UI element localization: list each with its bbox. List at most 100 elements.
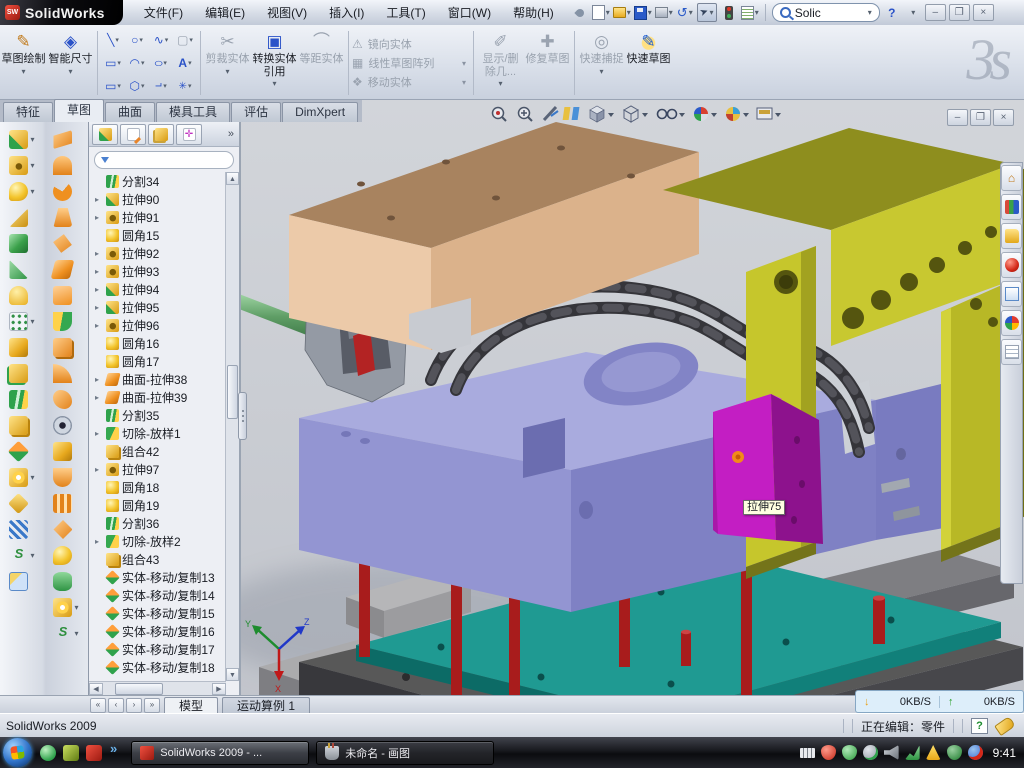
- feature-tree-item[interactable]: ▸ 实体-移动/复制13: [91, 568, 226, 586]
- scroll-down-icon[interactable]: ▼: [226, 668, 239, 681]
- feature-tree-item[interactable]: ▸ 分割35: [91, 406, 226, 424]
- toolbar-button[interactable]: ▾: [53, 624, 78, 643]
- toolbar-button[interactable]: ▾: [53, 598, 78, 617]
- feature-tree-item[interactable]: ▸ 拉伸91: [91, 208, 226, 226]
- tab-configuration-manager[interactable]: [148, 124, 174, 145]
- feature-tree-item[interactable]: ▸ 组合42: [91, 442, 226, 460]
- toolbar-button[interactable]: ▾: [53, 390, 78, 409]
- zoom-area-icon[interactable]: [519, 108, 533, 122]
- expand-arrow-icon[interactable]: ▸: [95, 375, 103, 384]
- sketch-entity-button[interactable]: ▾: [173, 29, 197, 52]
- feature-tree-item[interactable]: ▸ 实体-移动/复制17: [91, 640, 226, 658]
- toolbar-button[interactable]: ▾: [9, 442, 34, 461]
- feature-tree-item[interactable]: ▸ 分割36: [91, 514, 226, 532]
- start-button[interactable]: [3, 738, 32, 767]
- tab-scroll-button[interactable]: ›: [126, 698, 142, 713]
- toolbar-button[interactable]: ▾: [9, 364, 34, 383]
- display-style-icon[interactable]: [624, 106, 648, 122]
- toolbar-button[interactable]: ▾: [9, 208, 34, 227]
- doc-minimize-button[interactable]: –: [947, 109, 968, 126]
- tab-scroll-button[interactable]: «: [90, 698, 106, 713]
- feature-tree-item[interactable]: ▸ 曲面-拉伸39: [91, 388, 226, 406]
- sketch-entity-button[interactable]: ▾: [125, 75, 149, 98]
- tan-top-plate[interactable]: [289, 122, 699, 353]
- quick-snaps-button[interactable]: 快速捕捉▾: [578, 27, 625, 99]
- toolbar-button[interactable]: ▾: [9, 338, 34, 357]
- tab-dimxpert-manager[interactable]: [176, 124, 202, 145]
- toolbar-button[interactable]: ▾: [9, 468, 34, 487]
- tree-filter-input[interactable]: [94, 151, 234, 169]
- toolbar-button[interactable]: ▾: [53, 208, 78, 227]
- feature-tree-item[interactable]: ▸ 圆角17: [91, 352, 226, 370]
- open-button[interactable]: ▾: [613, 4, 631, 21]
- tray-icon[interactable]: [800, 748, 815, 758]
- tray-icon[interactable]: [842, 745, 857, 760]
- tabs-overflow-button[interactable]: »: [228, 128, 236, 140]
- toolbar-button[interactable]: ▾: [9, 260, 34, 279]
- magenta-block[interactable]: [713, 394, 823, 544]
- sketch-entity-button[interactable]: ▾: [101, 75, 125, 98]
- toolbar-button[interactable]: ▾: [9, 520, 34, 539]
- tab-feature-manager[interactable]: [92, 124, 118, 145]
- tab-surfaces[interactable]: 曲面: [105, 102, 155, 122]
- toolbar-button[interactable]: ▾: [53, 312, 78, 331]
- feature-tree-item[interactable]: ▸ 拉伸94: [91, 280, 226, 298]
- scroll-up-icon[interactable]: ▲: [226, 172, 239, 185]
- 3d-model-scene[interactable]: Y Z X: [241, 100, 1024, 695]
- menu-item[interactable]: 窗口(W): [437, 1, 502, 24]
- tray-icon[interactable]: [884, 745, 899, 760]
- tray-icon[interactable]: [926, 745, 941, 760]
- task-pane-tab[interactable]: [1001, 281, 1022, 307]
- toolbar-button[interactable]: ▾: [9, 494, 34, 513]
- toolbar-button[interactable]: ▾: [9, 312, 34, 331]
- tray-icon[interactable]: [863, 745, 878, 760]
- feature-tree-item[interactable]: ▸ 拉伸92: [91, 244, 226, 262]
- expand-arrow-icon[interactable]: ▸: [95, 429, 103, 438]
- feature-tree-item[interactable]: ▸ 实体-移动/复制14: [91, 586, 226, 604]
- zoom-fit-icon[interactable]: [493, 108, 507, 122]
- menu-item[interactable]: 编辑(E): [194, 1, 256, 24]
- feature-tree-item[interactable]: ▸ 拉伸96: [91, 316, 226, 334]
- minimize-button[interactable]: –: [925, 4, 946, 21]
- mirror-entities-button[interactable]: 镜向实体: [352, 36, 470, 52]
- quick-launch-icon[interactable]: [40, 745, 56, 761]
- feature-tree-item[interactable]: ▸ 实体-移动/复制16: [91, 622, 226, 640]
- sketch-entity-button[interactable]: ▾: [173, 52, 197, 75]
- apply-scene-icon[interactable]: [726, 107, 749, 121]
- section-tool-icon[interactable]: [563, 107, 580, 120]
- feature-tree-item[interactable]: ▸ 实体-移动/复制18: [91, 658, 226, 676]
- toolbar-button[interactable]: ▾: [53, 546, 78, 565]
- feature-tree-item[interactable]: ▸ 曲面-拉伸38: [91, 370, 226, 388]
- toolbar-button[interactable]: ▾: [53, 364, 78, 383]
- sketch-entity-button[interactable]: ▾: [125, 52, 149, 75]
- toolbar-button[interactable]: ▾: [9, 234, 34, 253]
- feature-tree-item[interactable]: ▸ 拉伸95: [91, 298, 226, 316]
- offset-entities-button[interactable]: 等距实体: [298, 27, 345, 99]
- scrollbar-thumb[interactable]: [227, 365, 238, 419]
- toolbar-button[interactable]: ▾: [53, 234, 78, 253]
- feature-tree-item[interactable]: ▸ 分割34: [91, 172, 226, 190]
- help-dropdown[interactable]: ▾: [904, 4, 922, 21]
- tab-sketch[interactable]: 草图: [54, 99, 104, 122]
- toolbar-button[interactable]: ▾: [53, 286, 78, 305]
- menu-item[interactable]: 工具(T): [375, 1, 436, 24]
- quick-launch-icon[interactable]: [63, 745, 79, 761]
- feature-tree-item[interactable]: ▸ 圆角19: [91, 496, 226, 514]
- tab-property-manager[interactable]: [120, 124, 146, 145]
- graphics-area[interactable]: Y Z X: [241, 100, 1024, 695]
- expand-arrow-icon[interactable]: ▸: [95, 465, 103, 474]
- doc-close-button[interactable]: ×: [993, 109, 1014, 126]
- task-pane-tab[interactable]: [1001, 310, 1022, 336]
- feature-tree-item[interactable]: ▸ 实体-移动/复制15: [91, 604, 226, 622]
- tab-dimxpert[interactable]: DimXpert: [282, 102, 358, 122]
- exploded-mold-assembly[interactable]: Y Z X: [241, 122, 1024, 695]
- rapid-sketch-button[interactable]: 快速草图: [625, 27, 672, 99]
- task-pane-tab[interactable]: [1001, 223, 1022, 249]
- tab-scroll-button[interactable]: »: [144, 698, 160, 713]
- restore-button[interactable]: ❐: [949, 4, 970, 21]
- sketch-entity-button[interactable]: ▾: [125, 29, 149, 52]
- task-pane-tab[interactable]: [1001, 252, 1022, 278]
- sketch-entity-button[interactable]: ▾: [149, 75, 173, 98]
- close-button[interactable]: ×: [973, 4, 994, 21]
- toolbar-button[interactable]: ▾: [53, 520, 78, 539]
